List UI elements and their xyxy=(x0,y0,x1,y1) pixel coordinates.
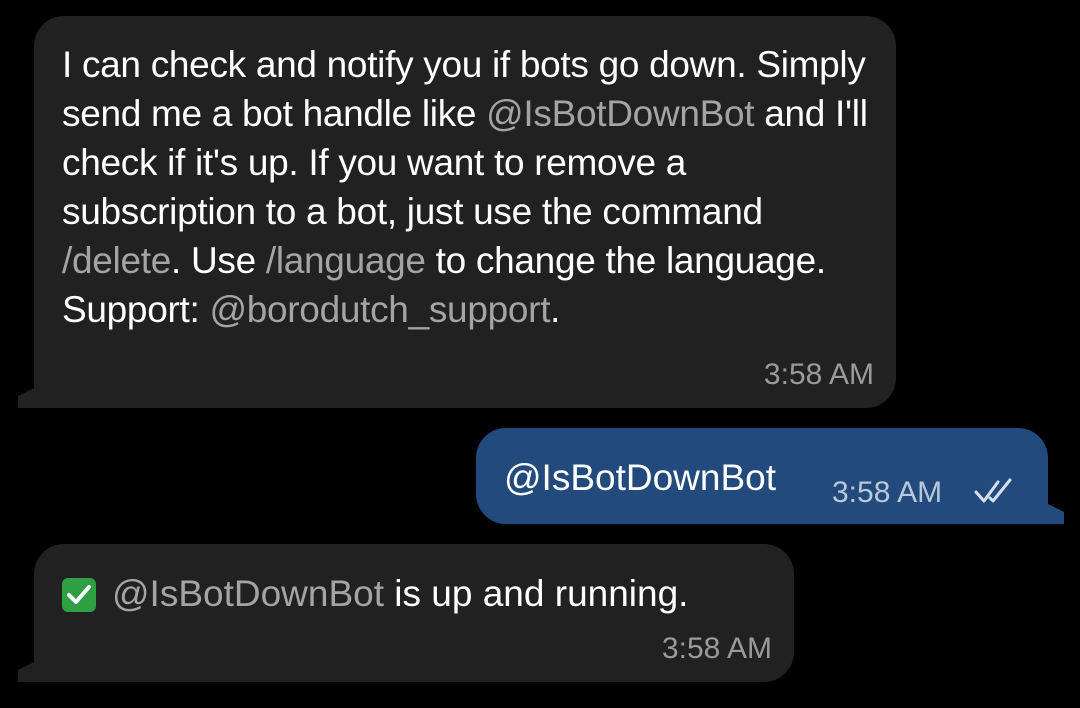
incoming-message-bubble[interactable]: I can check and notify you if bots go do… xyxy=(34,16,896,408)
support-mention-link[interactable]: @borodutch_support xyxy=(209,289,550,330)
outgoing-message-bubble[interactable]: @IsBotDownBot 3:58 AM xyxy=(476,428,1048,524)
bubble-tail xyxy=(18,662,34,682)
bubble-tail xyxy=(1048,504,1064,524)
mention-link[interactable]: @IsBotDownBot xyxy=(112,572,384,616)
message-timestamp: 3:58 AM xyxy=(832,476,943,509)
message-text: I can check and notify you if bots go do… xyxy=(62,40,868,334)
command-link-language[interactable]: /language xyxy=(266,240,426,281)
message-timestamp: 3:58 AM xyxy=(661,632,772,665)
message-text-segment: . xyxy=(550,289,561,330)
message-text: @IsBotDownBot xyxy=(504,457,777,498)
message-text-segment: is up and running. xyxy=(384,573,689,614)
command-link-delete[interactable]: /delete xyxy=(62,240,171,281)
message-text-segment: . Use xyxy=(171,240,266,281)
double-check-icon xyxy=(974,476,1020,511)
check-mark-button-icon xyxy=(62,578,96,612)
message-text: @IsBotDownBot is up and running. xyxy=(62,572,688,616)
message-timestamp: 3:58 AM xyxy=(763,358,874,391)
mention-link[interactable]: @IsBotDownBot xyxy=(486,93,754,134)
incoming-message-bubble[interactable]: @IsBotDownBot is up and running. 3:58 AM xyxy=(34,544,794,682)
bubble-tail xyxy=(18,388,34,408)
